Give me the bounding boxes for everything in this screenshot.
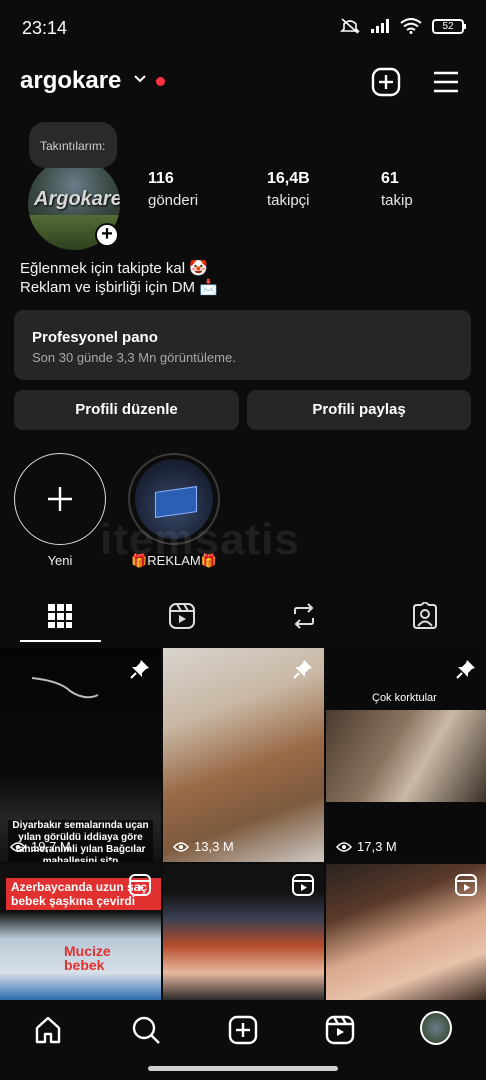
grid-icon — [48, 604, 72, 628]
wifi-icon — [400, 18, 422, 34]
pin-icon — [456, 660, 475, 679]
battery-indicator: 52 — [432, 18, 466, 34]
pin-icon — [293, 660, 312, 679]
post-tile[interactable] — [326, 864, 486, 1000]
reel-icon — [129, 874, 151, 896]
profile-note[interactable]: Takıntılarım: — [29, 122, 117, 168]
tab-reels[interactable] — [162, 600, 202, 632]
profile-bio: Eğlenmek için takipte kal 🤡 Reklam ve iş… — [20, 259, 218, 297]
home-indicator[interactable] — [148, 1066, 338, 1071]
active-tab-indicator — [20, 640, 101, 642]
streak-shape — [31, 677, 99, 699]
signal-icon — [371, 19, 389, 33]
create-icon — [228, 1015, 258, 1045]
professional-dashboard[interactable]: Profesyonel pano Son 30 günde 3,3 Mn gör… — [14, 310, 471, 380]
avatar-logo: Argokare — [34, 188, 120, 210]
post-tile[interactable]: Azerbaycanda uzun saç bebek şaşkına çevi… — [0, 864, 161, 1000]
post-views-count: 17,3 M — [357, 839, 397, 854]
stat-posts-label: gönderi — [148, 192, 199, 209]
account-switcher[interactable]: argokare — [20, 67, 121, 95]
status-bar: 23:14 52 — [0, 0, 486, 56]
eye-icon — [173, 841, 189, 852]
status-icons: 52 — [340, 17, 466, 35]
post-views-count: 13,3 M — [194, 839, 234, 854]
stat-posts[interactable]: 116 gönderi — [148, 170, 198, 209]
home-icon — [35, 1016, 61, 1044]
highlight-cover-laptop — [155, 486, 197, 518]
highlight-label: Yeni — [47, 553, 73, 568]
pin-icon — [130, 660, 149, 679]
nav-reels[interactable] — [324, 1014, 356, 1046]
post-views: 19,7 M — [10, 839, 71, 854]
menu-icon[interactable] — [430, 66, 462, 98]
post-caption: Çok korktular — [372, 692, 437, 704]
plus-icon — [48, 487, 72, 511]
create-post-icon[interactable] — [370, 66, 402, 98]
tagged-icon — [413, 602, 437, 629]
post-views: 13,3 M — [173, 839, 234, 854]
eye-icon — [336, 841, 352, 852]
watermark: itemsatis — [100, 515, 300, 564]
stat-followers[interactable]: 16,4B takipçi — [267, 170, 310, 209]
search-icon — [132, 1016, 160, 1044]
nav-search[interactable] — [130, 1014, 162, 1046]
tab-posts[interactable] — [40, 600, 80, 632]
tab-reposts[interactable] — [284, 600, 324, 632]
stat-following[interactable]: 61 takip — [381, 170, 413, 209]
tab-tagged[interactable] — [405, 600, 445, 632]
profile-header: argokare — [0, 60, 486, 104]
share-profile-button[interactable]: Profili paylaş — [247, 390, 471, 430]
highlight-new-ring — [14, 453, 106, 545]
stat-following-value: 61 — [381, 170, 399, 187]
stat-following-label: takip — [381, 192, 413, 209]
notification-dot — [156, 77, 165, 86]
edit-profile-button[interactable]: Profili düzenle — [14, 390, 239, 430]
stat-posts-value: 116 — [148, 170, 174, 187]
profile-tabs — [0, 592, 486, 644]
profile-avatar-small — [420, 1011, 452, 1045]
post-views-count: 19,7 M — [31, 839, 71, 854]
chevron-down-icon[interactable] — [133, 72, 147, 86]
post-tile[interactable]: 13,3 M — [163, 648, 324, 862]
post-views: 17,3 M — [336, 839, 397, 854]
stat-followers-value: 16,4B — [267, 170, 310, 187]
status-time: 23:14 — [22, 18, 68, 38]
mute-icon — [340, 18, 360, 34]
dashboard-subtitle: Son 30 günde 3,3 Mn görüntüleme. — [32, 350, 236, 365]
repost-icon — [294, 603, 314, 629]
nav-profile[interactable] — [420, 1011, 452, 1045]
nav-create[interactable] — [227, 1014, 259, 1046]
bio-line: Reklam ve işbirliği için DM 📩 — [20, 279, 218, 296]
eye-icon — [10, 841, 26, 852]
reel-icon — [292, 874, 314, 896]
stat-followers-label: takipçi — [267, 192, 310, 209]
dashboard-title: Profesyonel pano — [32, 329, 158, 346]
post-tile[interactable] — [163, 864, 324, 1000]
post-tile[interactable]: Çok korktular 17,3 M — [326, 648, 486, 862]
nav-home[interactable] — [32, 1014, 64, 1046]
highlight-new[interactable]: Yeni — [14, 453, 106, 568]
add-story-button[interactable]: + — [95, 223, 119, 247]
post-media — [326, 710, 486, 802]
post-overlay-text: Mucize bebek — [64, 943, 111, 973]
post-tile[interactable]: Diyarbakır semalarında uçan yılan görüld… — [0, 648, 161, 862]
reel-icon — [455, 874, 477, 896]
bio-line: Eğlenmek için takipte kal 🤡 — [20, 260, 208, 277]
reels-icon — [169, 603, 195, 629]
reels-icon — [325, 1015, 355, 1045]
